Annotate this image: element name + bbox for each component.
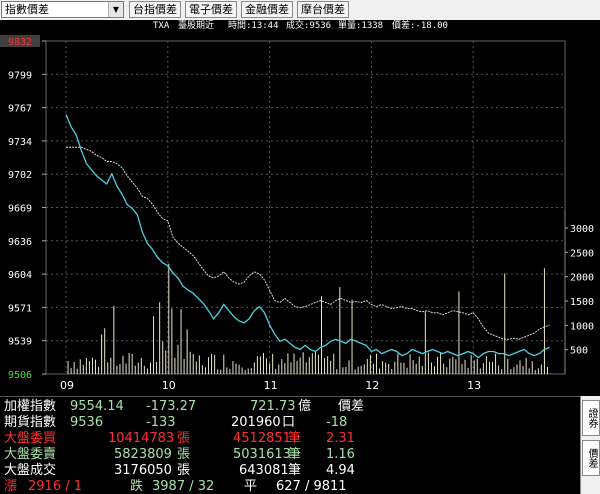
quote-panel: 加權指數 9554.14 -173.27 721.73 億 價差 期貨指數 95… [0, 396, 580, 494]
side-tabs: 證券 價差 [580, 396, 600, 494]
panel-row-bid: 大盤委買 10414783 張 4512851 筆 2.31 [0, 431, 580, 446]
row-label: 大盤成交 [4, 463, 57, 478]
x-tick-label: 10 [162, 379, 176, 392]
up-label: 漲 [4, 479, 18, 494]
volume-tick-label: 1500 [570, 297, 594, 308]
y-tick-label: 9506 [8, 370, 32, 381]
panel-row-breadth: 漲 2916 / 1 跌 3987 / 32 平 627 / 9811 [0, 479, 580, 494]
contract-name: 臺股期近 [178, 21, 215, 31]
down-value: 3987 / 32 [152, 479, 215, 494]
futures-volume-unit: 口 [282, 415, 296, 430]
index-amount: 721.73 [250, 399, 296, 414]
bid-count: 4512851 [233, 431, 291, 446]
row-label: 加權指數 [4, 399, 57, 414]
x-axis-ticks: 09 10 11 12 13 [60, 379, 481, 392]
index-line [65, 114, 550, 359]
y-tick-label: 9636 [8, 237, 32, 248]
flat-value: 627 / 9811 [276, 479, 347, 494]
intraday-chart: 9832 9799 9767 9734 9702 9669 9636 9604 9571 9539… [0, 35, 594, 392]
trade-readout: 成交:9536 [286, 21, 332, 31]
panel-row-futures: 期貨指數 9536 -133 201960 口 -18 [0, 415, 580, 430]
ask-count: 5031613 [233, 447, 291, 462]
time-readout: 時間:13:44 [228, 21, 279, 31]
x-tick-label: 09 [60, 379, 74, 392]
spread-tab[interactable]: 價差 [582, 440, 600, 476]
index-change: -173.27 [146, 399, 197, 414]
spread-value: -18 [326, 415, 348, 430]
y-tick-label: 9767 [8, 104, 32, 115]
row-label: 大盤委賣 [4, 447, 57, 462]
y-tick-label: 9604 [8, 270, 32, 281]
symbol: TXA [153, 21, 170, 31]
deal-count: 643081 [239, 463, 289, 478]
down-label: 跌 [130, 479, 144, 494]
volume-readout: 單量:1338 [338, 21, 384, 31]
ask-count-unit: 筆 [288, 447, 302, 462]
finance-spread-button[interactable]: 金融價差 [241, 1, 293, 18]
panel-row-index: 加權指數 9554.14 -173.27 721.73 億 價差 [0, 399, 580, 414]
y-tick-label: 9702 [8, 170, 32, 181]
volume-tick-label: 2000 [570, 273, 594, 284]
bid-volume: 10414783 [108, 431, 175, 446]
y-axis-ticks: 9832 9799 9767 9734 9702 9669 9636 9604 9571 9539… [0, 35, 46, 381]
volume-tick-label: 2500 [570, 248, 594, 259]
x-tick-label: 11 [264, 379, 278, 392]
x-tick-label: 13 [467, 379, 481, 392]
bid-ratio: 2.31 [326, 431, 355, 446]
y-tick-label: 9734 [8, 137, 32, 148]
deal-volume: 3176050 [114, 463, 172, 478]
bid-volume-unit: 張 [177, 431, 191, 446]
electronic-spread-button[interactable]: 電子價差 [185, 1, 237, 18]
tx-spread-button[interactable]: 台指價差 [129, 1, 181, 18]
index-selector-dropdown[interactable]: 指數價差 ▼ [1, 1, 124, 18]
y-tick-label: 9832 [8, 37, 32, 48]
index-amount-unit: 億 [298, 399, 312, 414]
y-tick-label: 9571 [8, 303, 32, 314]
volume-bars [67, 263, 548, 374]
bid-count-unit: 筆 [288, 431, 302, 446]
flat-label: 平 [244, 479, 258, 494]
deal-ratio: 4.94 [326, 463, 355, 478]
volume-tick-label: 3000 [570, 224, 594, 235]
quote-info-bar: TXA 臺股期近 時間:13:44 成交:9536 單量:1338 價差:-18… [0, 20, 600, 33]
chevron-down-icon[interactable]: ▼ [108, 2, 123, 17]
toolbar: 指數價差 ▼ 台指價差 電子價差 金融價差 摩台價差 [0, 0, 600, 20]
index-value: 9554.14 [70, 399, 124, 414]
futures-value: 9536 [70, 415, 104, 430]
row-label: 大盤委買 [4, 431, 57, 446]
volume-tick-label: 500 [570, 346, 588, 357]
securities-tab[interactable]: 證券 [582, 400, 600, 436]
ask-volume-unit: 張 [177, 447, 191, 462]
panel-row-ask: 大盤委賣 5823809 張 5031613 筆 1.16 [0, 447, 580, 462]
deal-count-unit: 筆 [288, 463, 302, 478]
futures-volume: 201960 [231, 415, 281, 430]
x-tick-label: 12 [365, 379, 379, 392]
panel-row-deal: 大盤成交 3176050 張 643081 筆 4.94 [0, 463, 580, 478]
volume-axis-ticks: 3000 2500 2000 1500 1000 500 [565, 224, 594, 357]
chart-grid [45, 40, 566, 375]
up-value: 2916 / 1 [28, 479, 82, 494]
ask-ratio: 1.16 [326, 447, 355, 462]
futures-line [66, 146, 550, 340]
volume-tick-label: 1000 [570, 321, 594, 332]
spread-label: 價差 [338, 399, 365, 414]
y-tick-label: 9799 [8, 70, 32, 81]
deal-volume-unit: 張 [177, 463, 191, 478]
y-tick-label: 9539 [8, 337, 32, 348]
y-tick-label: 9669 [8, 204, 32, 215]
selector-value: 指數價差 [5, 3, 49, 16]
ask-volume: 5823809 [114, 447, 172, 462]
msci-spread-button[interactable]: 摩台價差 [297, 1, 349, 18]
futures-change: -133 [146, 415, 176, 430]
spread-readout: 價差:-18.00 [392, 21, 448, 31]
row-label: 期貨指數 [4, 415, 57, 430]
